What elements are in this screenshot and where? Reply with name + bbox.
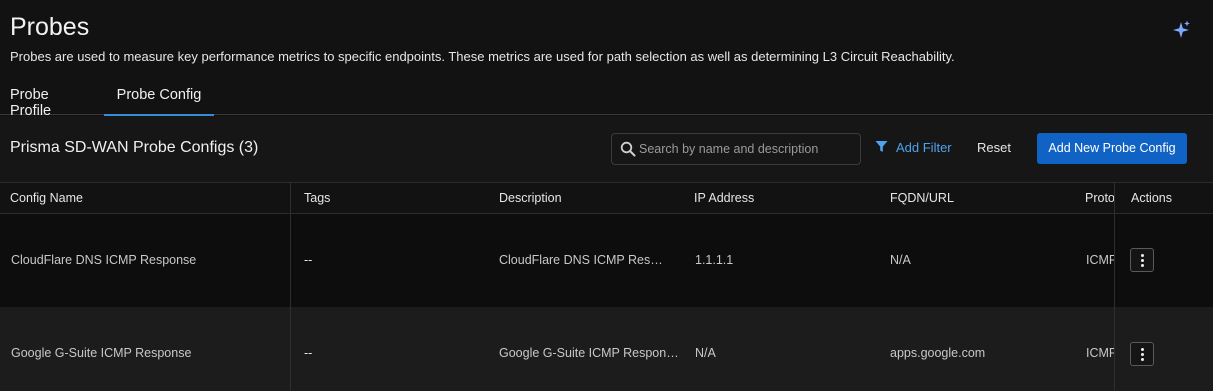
row-actions-button[interactable]: [1130, 342, 1154, 366]
table-title: Prisma SD-WAN Probe Configs (3): [10, 139, 259, 156]
filter-icon: [875, 141, 888, 152]
column-header-proto[interactable]: Proto: [1085, 191, 1115, 205]
tab-probe-config[interactable]: Probe Config: [104, 78, 214, 116]
cell-proto: ICMP: [1086, 253, 1114, 267]
kebab-icon: [1141, 254, 1144, 267]
table-toolbar: Prisma SD-WAN Probe Configs (3) Add Filt…: [0, 116, 1213, 183]
search-input[interactable]: [639, 134, 857, 164]
page-header: Probes Probes are used to measure key pe…: [0, 0, 1213, 119]
cell-description: Google G-Suite ICMP Response: [499, 346, 679, 360]
search-box[interactable]: [611, 133, 861, 165]
cell-proto: ICMP: [1086, 346, 1114, 360]
tab-probe-profile[interactable]: Probe Profile: [10, 78, 51, 119]
table-row[interactable]: CloudFlare DNS ICMP Response -- CloudFla…: [0, 214, 1213, 307]
cell-config-name: Google G-Suite ICMP Response: [11, 346, 192, 360]
add-new-probe-config-button[interactable]: Add New Probe Config: [1037, 133, 1187, 164]
page-description: Probes are used to measure key performan…: [10, 49, 955, 64]
add-filter-label: Add Filter: [896, 140, 952, 155]
column-header-fqdn-url[interactable]: FQDN/URL: [890, 191, 954, 205]
cell-tags: --: [304, 346, 313, 360]
reset-button[interactable]: Reset: [977, 140, 1011, 155]
kebab-icon: [1141, 348, 1144, 361]
column-header-ip-address[interactable]: IP Address: [694, 191, 754, 205]
table-row[interactable]: Google G-Suite ICMP Response -- Google G…: [0, 307, 1213, 391]
row-actions-button[interactable]: [1130, 248, 1154, 272]
cell-description: CloudFlare DNS ICMP Respo...: [499, 253, 669, 267]
sparkle-icon[interactable]: [1170, 19, 1192, 41]
column-header-config-name[interactable]: Config Name: [10, 191, 83, 205]
cell-ip-address: N/A: [695, 346, 716, 360]
cell-tags: --: [304, 253, 313, 267]
table-header: Config Name Tags Description IP Address …: [0, 183, 1213, 214]
column-header-description[interactable]: Description: [499, 191, 562, 205]
cell-ip-address: 1.1.1.1: [695, 253, 734, 267]
cell-fqdn-url: apps.google.com: [890, 346, 986, 360]
cell-fqdn-url: N/A: [890, 253, 911, 267]
cell-config-name: CloudFlare DNS ICMP Response: [11, 253, 197, 267]
column-header-tags[interactable]: Tags: [304, 191, 330, 205]
page-title: Probes: [10, 13, 90, 41]
search-icon: [620, 141, 636, 157]
column-divider[interactable]: [290, 183, 291, 391]
actions-column: [1114, 183, 1213, 391]
